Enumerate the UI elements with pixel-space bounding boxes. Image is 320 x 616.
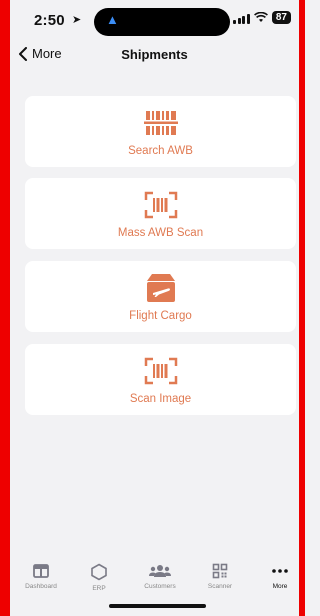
barcode-scan-icon (144, 357, 177, 384)
home-indicator (109, 604, 206, 608)
tab-customers[interactable]: Customers (134, 563, 186, 590)
hexagon-icon (91, 563, 107, 581)
qr-icon (212, 563, 228, 579)
tab-label: Customers (144, 583, 176, 590)
barcode-scan-icon (144, 191, 177, 218)
flight-box-icon (146, 273, 175, 302)
tab-label: Scanner (207, 583, 233, 590)
left-border (0, 0, 10, 616)
dynamic-island: ▲ (94, 8, 230, 36)
tab-erp[interactable]: ERP (73, 563, 125, 592)
tab-label: Dashboard (25, 583, 57, 590)
battery-indicator: 87 (271, 11, 291, 24)
search-awb-card[interactable]: Search AWB (25, 96, 296, 167)
barcode-icon (143, 110, 178, 135)
status-bar: 2:50 ➤ ▲ 87 (10, 0, 299, 40)
tab-label: ERP (92, 585, 106, 592)
scan-image-card[interactable]: Scan Image (25, 344, 296, 415)
card-label: Mass AWB Scan (117, 226, 204, 239)
status-time: 2:50 (34, 12, 65, 29)
customers-icon (149, 565, 171, 577)
wifi-icon (253, 12, 268, 22)
location-arrow-icon: ➤ (72, 14, 82, 26)
tab-dashboard[interactable]: Dashboard (15, 563, 67, 590)
tab-label: More (272, 583, 288, 590)
tab-scanner[interactable]: Scanner (194, 563, 246, 590)
card-label: Flight Cargo (129, 309, 192, 322)
page-title: Shipments (121, 47, 188, 62)
card-label: Scan Image (129, 392, 192, 405)
more-icon (272, 569, 288, 573)
navigation-icon: ▲ (106, 12, 119, 27)
flight-cargo-card[interactable]: Flight Cargo (25, 261, 296, 332)
status-icons: 87 (233, 11, 291, 24)
dashboard-icon (33, 564, 49, 578)
nav-bar: More Shipments (10, 40, 299, 70)
right-border (299, 0, 305, 616)
mass-awb-scan-card[interactable]: Mass AWB Scan (25, 178, 296, 249)
card-label: Search AWB (128, 144, 193, 157)
signal-icon (233, 12, 250, 24)
